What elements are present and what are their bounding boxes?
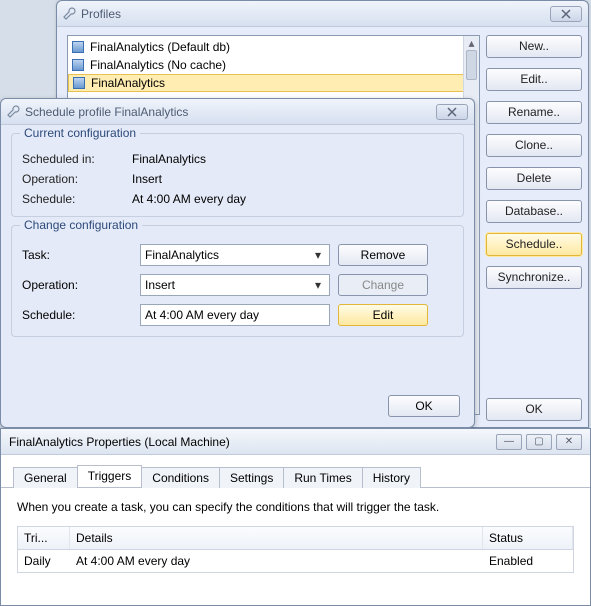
properties-title: FinalAnalytics Properties (Local Machine… <box>9 435 230 449</box>
edit-button[interactable]: Edit.. <box>486 68 582 91</box>
chevron-down-icon[interactable]: ▾ <box>309 247 327 263</box>
close-icon[interactable]: ✕ <box>556 434 582 450</box>
schedule-label: Schedule: <box>22 308 132 322</box>
triggers-description: When you create a task, you can specify … <box>17 500 574 514</box>
cell-trigger: Daily <box>18 550 70 572</box>
task-combo-value: FinalAnalytics <box>145 248 219 262</box>
task-label: Task: <box>22 248 132 262</box>
group-legend: Change configuration <box>20 218 142 232</box>
task-combo[interactable]: FinalAnalytics ▾ <box>140 244 330 266</box>
schedule-titlebar[interactable]: Schedule profile FinalAnalytics <box>1 99 474 125</box>
ok-button[interactable]: OK <box>486 398 582 421</box>
operation-label: Operation: <box>22 172 132 186</box>
tab-history[interactable]: History <box>362 467 421 488</box>
wrench-icon <box>7 105 21 119</box>
scheduled-in-label: Scheduled in: <box>22 152 132 166</box>
profile-icon <box>73 77 85 89</box>
group-legend: Current configuration <box>20 126 140 140</box>
col-status[interactable]: Status <box>483 527 573 549</box>
close-icon[interactable] <box>550 6 582 22</box>
col-details[interactable]: Details <box>70 527 483 549</box>
profile-icon <box>72 41 84 53</box>
close-icon[interactable] <box>436 104 468 120</box>
operation-label: Operation: <box>22 278 132 292</box>
triggers-table[interactable]: Tri... Details Status Daily At 4:00 AM e… <box>17 526 574 573</box>
change-config-group: Change configuration Task: FinalAnalytic… <box>11 225 464 337</box>
list-item-label: FinalAnalytics <box>91 76 165 90</box>
profile-icon <box>72 59 84 71</box>
profiles-button-column: New.. Edit.. Rename.. Clone.. Delete Dat… <box>486 35 582 289</box>
wrench-icon <box>63 7 77 21</box>
schedule-button[interactable]: Schedule.. <box>486 233 582 256</box>
list-item-label: FinalAnalytics (Default db) <box>90 40 230 54</box>
edit-button[interactable]: Edit <box>338 304 428 326</box>
operation-combo-value: Insert <box>145 278 175 292</box>
scrollbar-thumb[interactable] <box>466 50 477 80</box>
list-item-label: FinalAnalytics (No cache) <box>90 58 226 72</box>
scheduled-in-value: FinalAnalytics <box>132 152 453 166</box>
schedule-input-value: At 4:00 AM every day <box>145 308 259 322</box>
profiles-titlebar[interactable]: Profiles <box>57 1 588 27</box>
rename-button[interactable]: Rename.. <box>486 101 582 124</box>
properties-titlebar[interactable]: FinalAnalytics Properties (Local Machine… <box>1 429 590 455</box>
profiles-title: Profiles <box>81 7 121 21</box>
table-row[interactable]: Daily At 4:00 AM every day Enabled <box>18 550 573 572</box>
col-trigger[interactable]: Tri... <box>18 527 70 549</box>
tab-settings[interactable]: Settings <box>219 467 284 488</box>
remove-button[interactable]: Remove <box>338 244 428 266</box>
schedule-input[interactable]: At 4:00 AM every day <box>140 304 330 326</box>
ok-button[interactable]: OK <box>388 395 460 417</box>
chevron-up-icon[interactable]: ▴ <box>464 36 479 50</box>
schedule-value: At 4:00 AM every day <box>132 192 453 206</box>
cell-status: Enabled <box>483 550 573 572</box>
cell-details: At 4:00 AM every day <box>70 550 483 572</box>
database-button[interactable]: Database.. <box>486 200 582 223</box>
minimize-icon[interactable]: — <box>496 434 522 450</box>
current-config-group: Current configuration Scheduled in: Fina… <box>11 133 464 217</box>
tab-conditions[interactable]: Conditions <box>141 467 220 488</box>
clone-button[interactable]: Clone.. <box>486 134 582 157</box>
operation-combo[interactable]: Insert ▾ <box>140 274 330 296</box>
delete-button[interactable]: Delete <box>486 167 582 190</box>
chevron-down-icon[interactable]: ▾ <box>309 277 327 293</box>
task-properties-window: FinalAnalytics Properties (Local Machine… <box>0 428 591 606</box>
tabstrip: General Triggers Conditions Settings Run… <box>1 455 590 488</box>
synchronize-button[interactable]: Synchronize.. <box>486 266 582 289</box>
tab-triggers[interactable]: Triggers <box>77 465 143 487</box>
operation-value: Insert <box>132 172 453 186</box>
tab-run-times[interactable]: Run Times <box>283 467 362 488</box>
schedule-label: Schedule: <box>22 192 132 206</box>
schedule-dialog: Schedule profile FinalAnalytics Current … <box>0 98 475 428</box>
new-button[interactable]: New.. <box>486 35 582 58</box>
change-button: Change <box>338 274 428 296</box>
schedule-title: Schedule profile FinalAnalytics <box>25 105 188 119</box>
list-item[interactable]: FinalAnalytics (No cache) <box>68 56 479 74</box>
maximize-icon[interactable]: ▢ <box>526 434 552 450</box>
tab-general[interactable]: General <box>13 467 78 488</box>
list-item[interactable]: FinalAnalytics <box>68 74 479 92</box>
list-item[interactable]: FinalAnalytics (Default db) <box>68 38 479 56</box>
